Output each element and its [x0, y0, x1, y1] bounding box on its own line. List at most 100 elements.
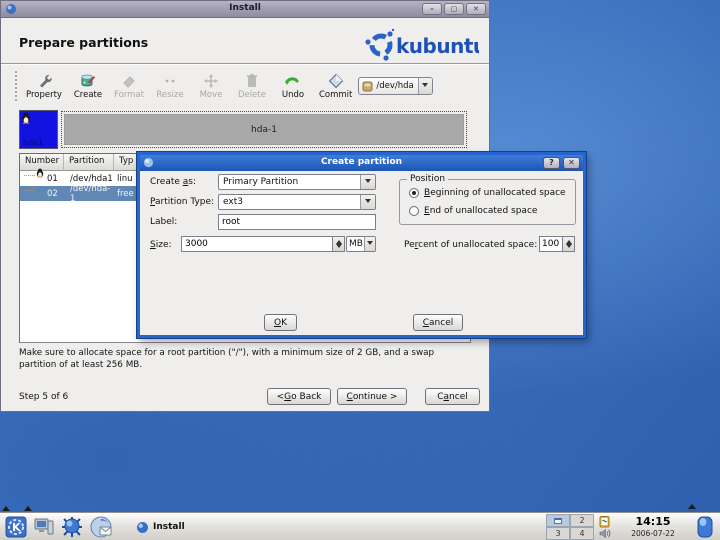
- free-space-bar[interactable]: hda-1: [64, 114, 464, 145]
- size-label: Size:: [150, 240, 172, 250]
- size-input[interactable]: [181, 236, 333, 252]
- dialog-cancel-button[interactable]: Cancel: [413, 314, 463, 331]
- radio-end[interactable]: End of unallocated space: [409, 206, 537, 216]
- maximize-button[interactable]: ▢: [444, 3, 464, 15]
- panel-arrow-icon[interactable]: [688, 500, 696, 509]
- partition-type-combo[interactable]: ext3: [218, 194, 376, 210]
- volume-tray-icon[interactable]: [598, 527, 611, 540]
- panel-arrow-icon[interactable]: [2, 502, 10, 511]
- pager-desktop-2[interactable]: 2: [570, 514, 594, 527]
- konqueror-button[interactable]: [60, 515, 84, 539]
- radio-unselected-icon[interactable]: [409, 206, 419, 216]
- system-menu-button[interactable]: [32, 515, 56, 539]
- create-as-combo[interactable]: Primary Partition: [218, 174, 376, 190]
- toolbar-commit-button[interactable]: Commit: [319, 72, 352, 100]
- combo-arrow-icon[interactable]: [364, 237, 375, 251]
- label-label: Label:: [150, 217, 178, 227]
- trash-icon: [245, 72, 259, 89]
- label-input[interactable]: [218, 214, 376, 230]
- toolbar-undo-button[interactable]: Undo: [278, 72, 308, 100]
- device-selector[interactable]: /dev/hda: [358, 77, 433, 95]
- install-task-icon: [137, 521, 148, 533]
- go-back-button[interactable]: < Go Back: [267, 388, 331, 405]
- kubuntu-logo: kubuntu: [365, 28, 479, 61]
- toolbar-resize-button[interactable]: Resize: [155, 72, 185, 100]
- combo-arrow-icon[interactable]: [360, 195, 375, 209]
- disk-visual-selection: hda-1: [61, 111, 467, 148]
- tux-icon: [36, 168, 44, 178]
- taskbar-task-install[interactable]: Install: [130, 516, 191, 538]
- device-selector-value: /dev/hda: [376, 81, 414, 91]
- spin-down-icon[interactable]: [563, 244, 574, 251]
- percent-input[interactable]: [539, 236, 563, 252]
- panel-arrow-icon[interactable]: [24, 502, 32, 511]
- swirl-mail-icon: [90, 516, 112, 537]
- install-titlebar[interactable]: Install – ▢ ✕: [1, 1, 489, 18]
- toolbar-move-button[interactable]: Move: [196, 72, 226, 100]
- column-header-partition[interactable]: Partition: [64, 154, 114, 171]
- toolbar-create-button[interactable]: Create: [73, 72, 103, 100]
- clock[interactable]: 14:15 2006-07-22: [622, 515, 684, 538]
- note-text: Make sure to allocate space for a root p…: [19, 348, 435, 371]
- install-window-title: Install: [229, 3, 261, 13]
- move-icon: [203, 72, 219, 89]
- toolbar-delete-button[interactable]: Delete: [237, 72, 267, 100]
- position-legend: Position: [407, 174, 449, 184]
- mini-window-icon: [554, 517, 562, 524]
- row-partition: /dev/hda1: [70, 173, 113, 184]
- wizard-cancel-button[interactable]: Ca ncel: [425, 388, 480, 405]
- desktop: { "window": { "title": "Install", "headi…: [0, 0, 720, 540]
- clock-time: 14:15: [635, 515, 671, 528]
- row-number: 01: [47, 173, 58, 184]
- kmenu-icon: K: [5, 516, 27, 538]
- continue-button[interactable]: Continue >: [337, 388, 407, 405]
- spin-up-icon[interactable]: [563, 237, 574, 244]
- create-as-value: Primary Partition: [223, 177, 299, 187]
- size-unit-value: MB: [349, 239, 363, 249]
- toolbar-format-button[interactable]: Format: [114, 72, 144, 100]
- toolbar-drag-handle[interactable]: [15, 71, 18, 101]
- row-number: 02: [47, 188, 58, 199]
- resize-icon: [162, 72, 178, 89]
- partition-swatch-hda1[interactable]: hda1: [19, 110, 58, 149]
- wrench-icon: [36, 72, 52, 89]
- disk-icon: [362, 81, 373, 91]
- pager-desktop-3[interactable]: 3: [546, 527, 570, 540]
- device-applet-button[interactable]: [693, 515, 717, 539]
- size-spinner[interactable]: [333, 236, 345, 252]
- globe-gear-icon: [62, 517, 82, 537]
- pager-desktop-1[interactable]: [546, 514, 570, 527]
- position-groupbox: Position Beginning of unallocated space …: [399, 174, 576, 225]
- dialog-close-button[interactable]: ✕: [563, 157, 580, 169]
- partition-type-label: Partition Type:: [150, 197, 215, 207]
- row-partition: /dev/hda-1: [70, 183, 111, 204]
- dialog-ok-button[interactable]: OK: [264, 314, 297, 331]
- header-separator: [1, 63, 489, 65]
- spin-up-icon[interactable]: [333, 237, 344, 244]
- radio-selected-icon[interactable]: [409, 188, 419, 198]
- percent-label: Percent of unallocated space:: [404, 240, 538, 250]
- kmenu-button[interactable]: K: [4, 515, 28, 539]
- eraser-icon: [121, 72, 137, 89]
- blue-device-icon: [697, 516, 713, 538]
- step-indicator: Step 5 of 6: [19, 392, 69, 402]
- close-button[interactable]: ✕: [466, 3, 486, 15]
- partition-type-value: ext3: [223, 197, 243, 207]
- size-unit-combo[interactable]: MB: [346, 236, 376, 252]
- kontact-button[interactable]: [90, 515, 114, 539]
- tree-line: [24, 189, 35, 191]
- create-partition-dialog: Create partition ? ✕ Create as: Primary …: [136, 151, 587, 339]
- pager-desktop-4[interactable]: 4: [570, 527, 594, 540]
- minimize-button[interactable]: –: [422, 3, 442, 15]
- spin-down-icon[interactable]: [333, 244, 344, 251]
- combo-arrow-icon[interactable]: [360, 175, 375, 189]
- dialog-help-button[interactable]: ?: [543, 157, 560, 169]
- commit-diamond-icon: [328, 72, 344, 89]
- dialog-titlebar[interactable]: Create partition ? ✕: [140, 155, 583, 171]
- create-as-label: Create as:: [150, 177, 197, 187]
- percent-spinner[interactable]: [563, 236, 575, 252]
- partition-swatch-label: hda1: [23, 138, 44, 147]
- radio-beginning[interactable]: Beginning of unallocated space: [409, 188, 566, 198]
- device-selector-arrow[interactable]: [417, 78, 432, 94]
- toolbar-property-button[interactable]: Property: [26, 72, 62, 100]
